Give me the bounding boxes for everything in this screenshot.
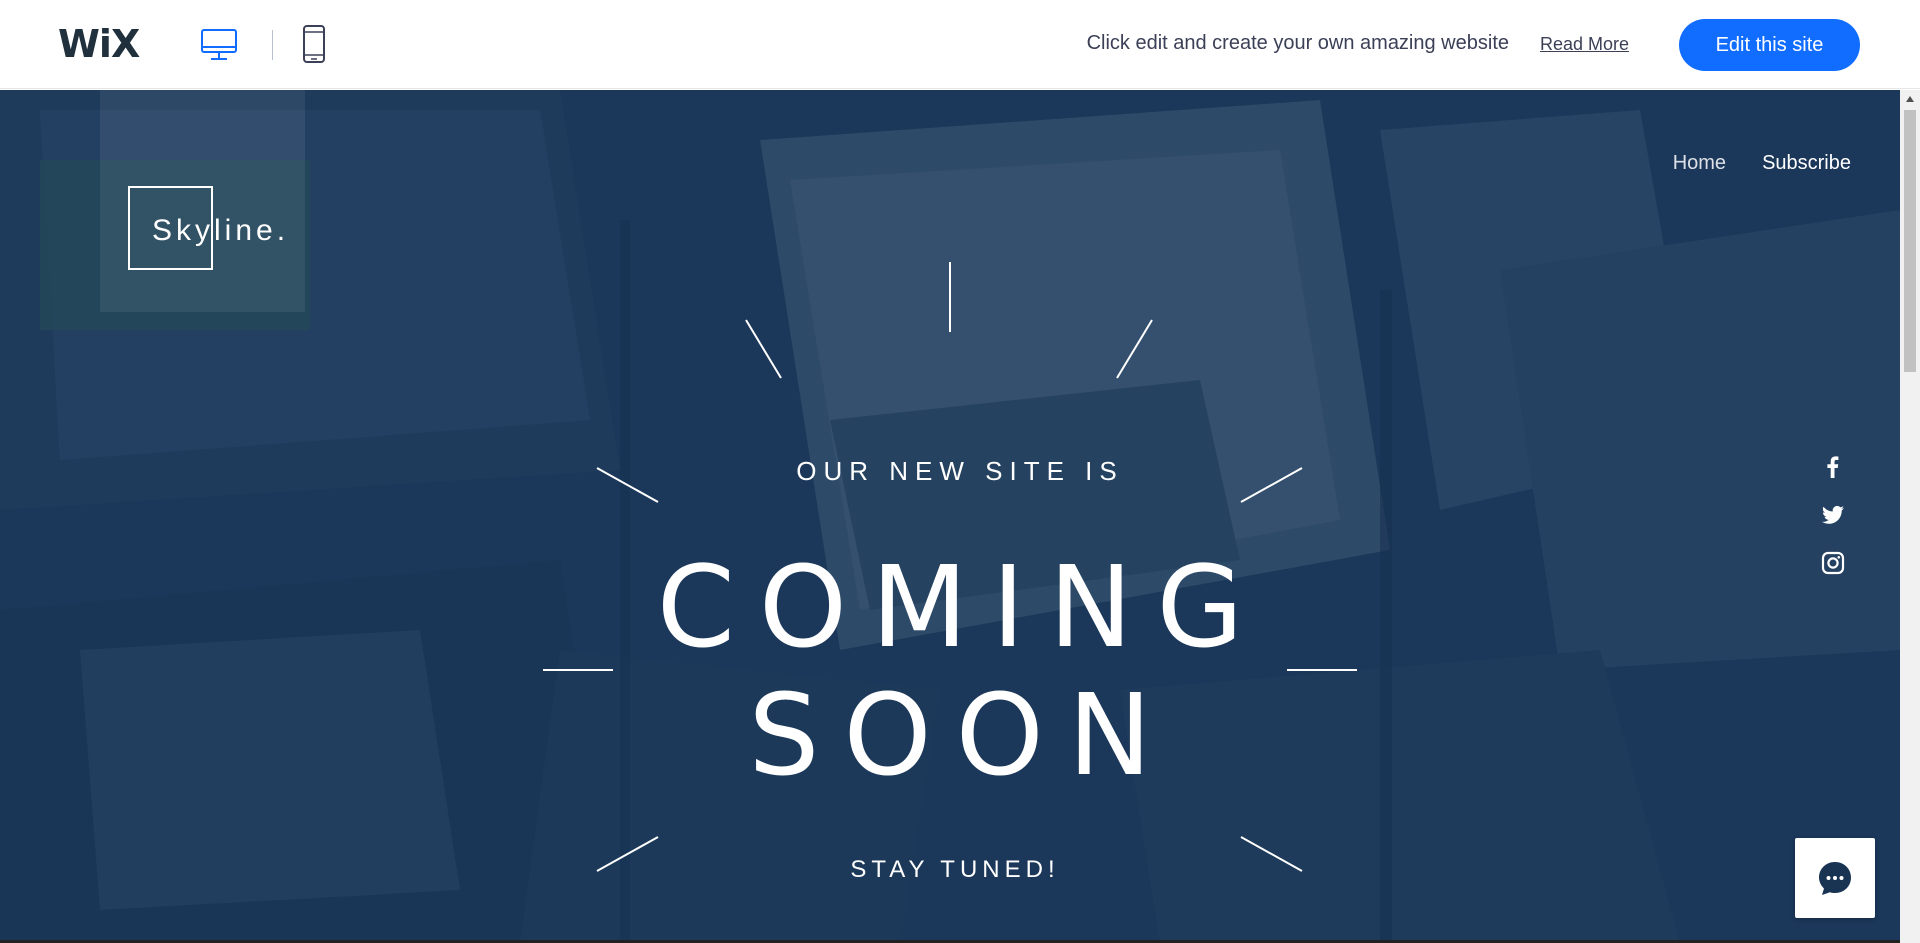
site-preview: Skyline. Home Subscribe OUR NEW SITE IS [0, 90, 1900, 943]
wix-top-bar: WiX Click edit and create your own amazi… [0, 0, 1920, 89]
nav-subscribe[interactable]: Subscribe [1762, 152, 1851, 175]
wix-logo[interactable]: WiX [58, 22, 140, 66]
site-nav: Home Subscribe [1673, 152, 1851, 175]
edit-site-button[interactable]: Edit this site [1679, 19, 1860, 71]
twitter-icon[interactable] [1820, 502, 1846, 528]
promo-message: Click edit and create your own amazing w… [1086, 32, 1509, 54]
page-scrollbar[interactable] [1900, 90, 1920, 943]
site-logo[interactable]: Skyline. [152, 214, 289, 248]
desktop-view-icon[interactable] [200, 26, 238, 64]
chat-bubble-icon [1819, 862, 1851, 895]
read-more-link[interactable]: Read More [1540, 34, 1629, 55]
scroll-thumb[interactable] [1904, 110, 1916, 372]
chat-button[interactable] [1795, 838, 1875, 918]
nav-home[interactable]: Home [1673, 152, 1726, 175]
hero-title-line1: COMING [656, 543, 1268, 673]
device-separator [272, 30, 273, 60]
hero-title-line2: SOON [748, 671, 1176, 801]
hero-post-title: STAY TUNED! [850, 856, 1060, 883]
scroll-up-arrow-icon[interactable] [1900, 90, 1920, 108]
mobile-view-icon[interactable] [300, 24, 328, 64]
hero-pre-title: OUR NEW SITE IS [796, 456, 1124, 486]
